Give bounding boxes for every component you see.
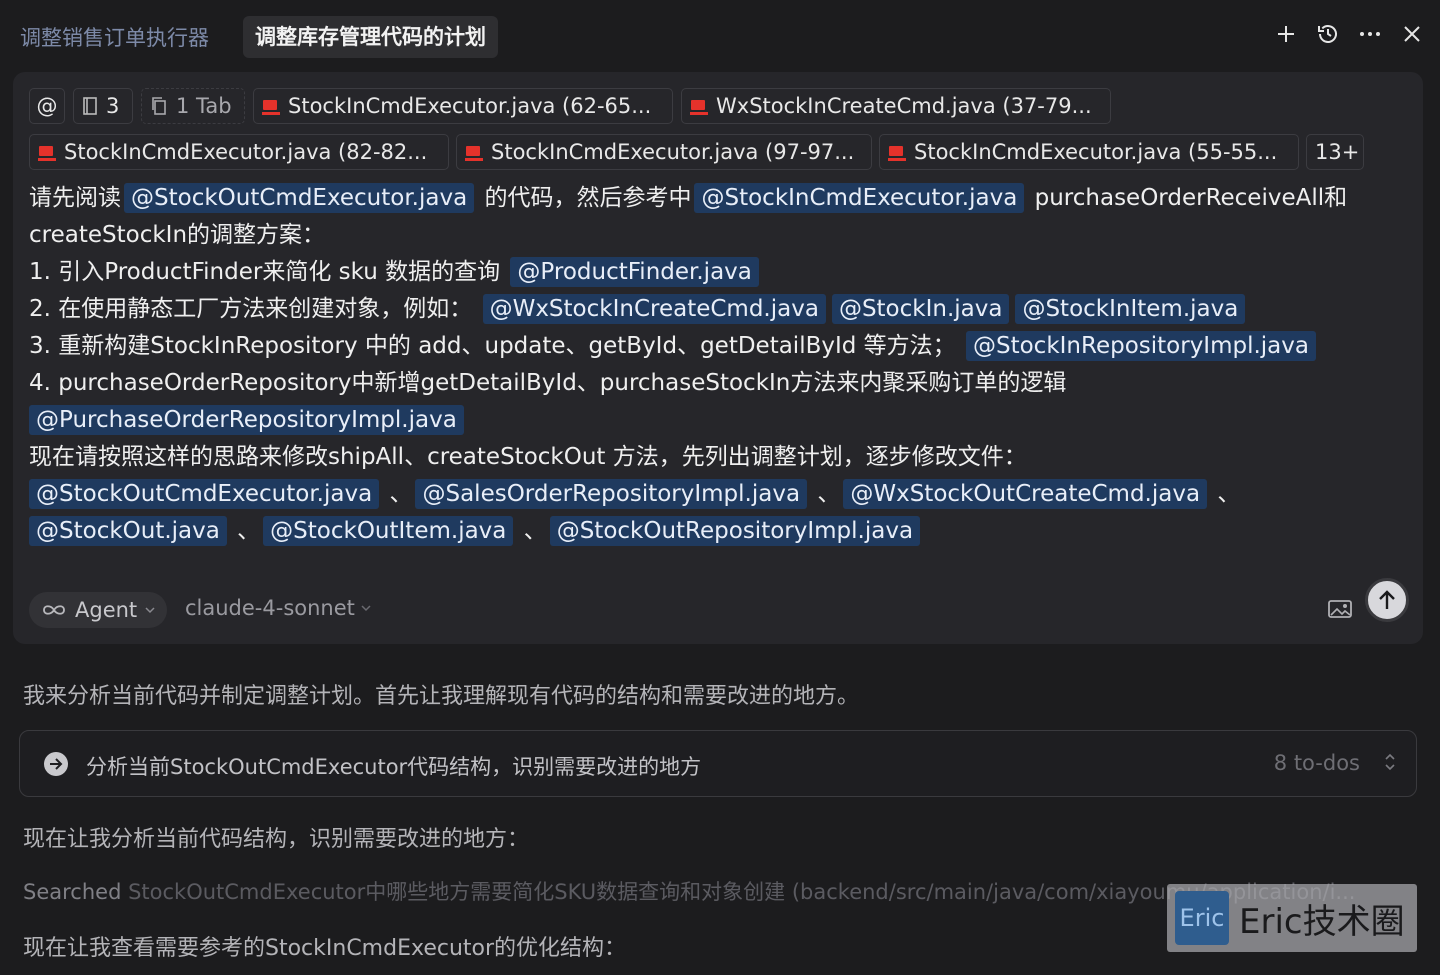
file-mention[interactable]: @WxStockInCreateCmd.java bbox=[482, 294, 826, 324]
file-mention[interactable]: @WxStockOutCreateCmd.java bbox=[843, 479, 1208, 509]
at-icon: @ bbox=[36, 94, 58, 118]
tab-bar: 调整销售订单执行器 调整库存管理代码的计划 bbox=[0, 0, 1440, 72]
file-mention[interactable]: @StockInItem.java bbox=[1015, 294, 1246, 324]
tab-context-chip[interactable]: 1 Tab bbox=[141, 88, 245, 124]
file-chip[interactable]: WxStockInCreateCmd.java (37-79... bbox=[681, 88, 1111, 124]
docs-chip[interactable]: 3 bbox=[73, 88, 133, 124]
file-mention[interactable]: @StockOutCmdExecutor.java bbox=[29, 479, 380, 509]
infinity-icon bbox=[43, 605, 65, 615]
watermark-text: Eric技术圈 bbox=[1239, 901, 1405, 942]
image-upload-icon[interactable] bbox=[1327, 598, 1353, 622]
file-mention[interactable]: @StockInRepositoryImpl.java bbox=[965, 331, 1316, 361]
file-chip[interactable]: StockInCmdExecutor.java (55-55... bbox=[879, 134, 1299, 170]
history-icon[interactable] bbox=[1316, 22, 1340, 46]
file-chip[interactable]: StockInCmdExecutor.java (82-82... bbox=[29, 134, 449, 170]
java-file-icon bbox=[888, 143, 906, 161]
more-icon[interactable] bbox=[1358, 22, 1382, 46]
more-chips[interactable]: 13+ bbox=[1306, 134, 1364, 170]
watermark-logo: Eric bbox=[1175, 891, 1229, 945]
response-line-3: 现在让我查看需要参考的StockInCmdExecutor的优化结构： bbox=[23, 936, 627, 961]
close-icon[interactable] bbox=[1400, 22, 1424, 46]
tab-sales-order-executor[interactable]: 调整销售订单执行器 bbox=[20, 22, 222, 52]
java-file-icon bbox=[465, 143, 483, 161]
file-chip[interactable]: StockInCmdExecutor.java (62-65... bbox=[253, 88, 673, 124]
file-mention[interactable]: @StockInCmdExecutor.java bbox=[694, 183, 1025, 213]
watermark: Eric Eric技术圈 bbox=[1167, 884, 1417, 952]
plus-icon[interactable] bbox=[1274, 22, 1298, 46]
java-file-icon bbox=[38, 143, 56, 161]
file-mention[interactable]: @PurchaseOrderRepositoryImpl.java bbox=[29, 405, 464, 435]
chevron-up-down-icon[interactable] bbox=[1384, 753, 1396, 775]
file-mention[interactable]: @ProductFinder.java bbox=[510, 257, 759, 287]
response-intro: 我来分析当前代码并制定调整计划。首先让我理解现有代码的结构和需要改进的地方。 bbox=[23, 684, 860, 709]
send-button[interactable] bbox=[1365, 578, 1409, 622]
file-chip[interactable]: StockInCmdExecutor.java (97-97... bbox=[456, 134, 872, 170]
chevron-down-icon bbox=[145, 607, 155, 614]
file-mention[interactable]: @StockIn.java bbox=[831, 294, 1010, 324]
composer: @ 3 1 Tab StockInCmdExecutor.java (62-65… bbox=[13, 72, 1423, 644]
file-mention[interactable]: @StockOut.java bbox=[29, 516, 227, 546]
copy-icon bbox=[152, 97, 166, 115]
todo-count: 8 to-dos bbox=[1273, 751, 1360, 775]
file-mention[interactable]: @StockOutCmdExecutor.java bbox=[124, 183, 475, 213]
composer-footer: Agent claude-4-sonnet bbox=[29, 578, 1409, 628]
mention-chip[interactable]: @ bbox=[29, 88, 65, 124]
file-mention[interactable]: @SalesOrderRepositoryImpl.java bbox=[415, 479, 808, 509]
arrow-right-circle-icon bbox=[44, 752, 68, 776]
agent-mode-selector[interactable]: Agent bbox=[29, 592, 168, 628]
file-mention[interactable]: @StockOutItem.java bbox=[263, 516, 514, 546]
arrow-up-icon bbox=[1379, 590, 1395, 609]
response-line-2: 现在让我分析当前代码结构，识别需要改进的地方： bbox=[23, 827, 530, 852]
todo-summary[interactable]: 分析当前StockOutCmdExecutor代码结构，识别需要改进的地方 8 … bbox=[19, 730, 1417, 797]
file-mention[interactable]: @StockOutRepositoryImpl.java bbox=[549, 516, 921, 546]
tab-actions bbox=[1274, 22, 1424, 46]
model-selector[interactable]: claude-4-sonnet bbox=[185, 596, 371, 620]
java-file-icon bbox=[262, 97, 280, 115]
java-file-icon bbox=[690, 97, 708, 115]
tab-stock-plan[interactable]: 调整库存管理代码的计划 bbox=[243, 16, 498, 58]
chevron-down-icon bbox=[361, 605, 371, 612]
book-icon bbox=[83, 97, 97, 115]
prompt-text[interactable]: 请先阅读 @StockOutCmdExecutor.java 的代码，然后参考中 @… bbox=[29, 180, 1409, 550]
todo-current-task: 分析当前StockOutCmdExecutor代码结构，识别需要改进的地方 bbox=[86, 755, 702, 779]
